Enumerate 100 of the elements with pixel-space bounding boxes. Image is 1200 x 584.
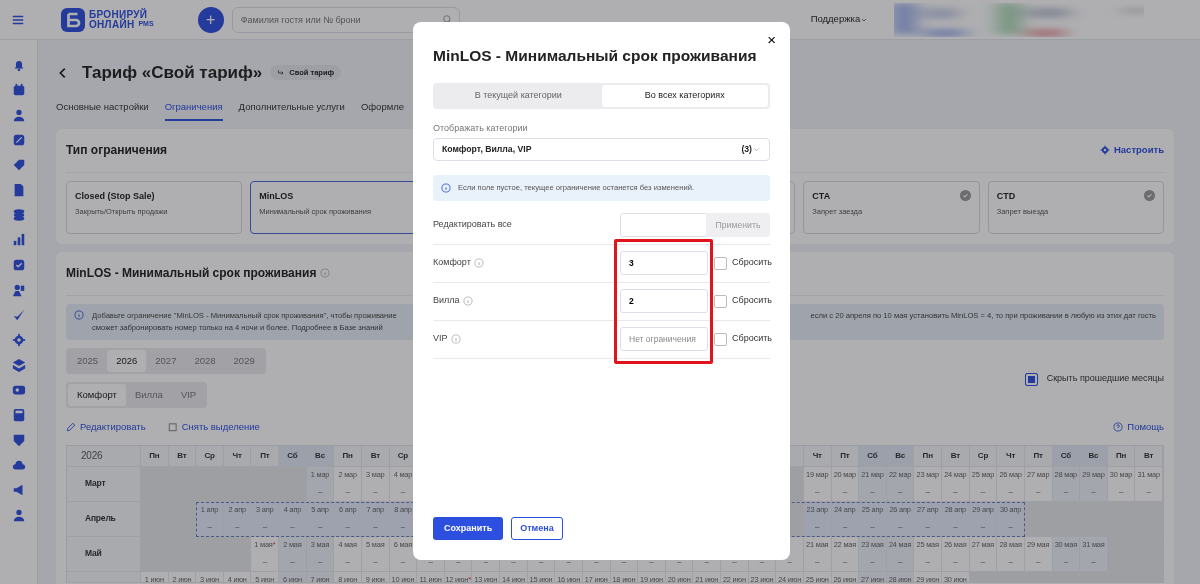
input-field[interactable]: 3 — [620, 251, 708, 276]
cell-value: – — [566, 555, 571, 568]
scope-tab[interactable]: Во всех категориях — [601, 85, 768, 107]
year-tab[interactable]: 2025 — [68, 349, 108, 372]
year-tab[interactable]: 2029 — [224, 349, 264, 372]
coins-icon[interactable] — [11, 208, 26, 222]
category-name: VIP — [433, 332, 448, 346]
cell-value: – — [677, 555, 682, 568]
configure-link[interactable]: Настроить — [1099, 143, 1164, 158]
edit-link[interactable]: Редактировать — [66, 420, 146, 435]
square-icon — [167, 422, 178, 433]
cell-value: – — [1091, 485, 1096, 498]
return-arrow-icon — [277, 68, 286, 77]
cell-value: – — [456, 555, 461, 568]
search-field[interactable]: Фамилия гостя или № брони — [231, 6, 460, 33]
card-icon[interactable] — [11, 383, 26, 397]
megaphone-icon[interactable] — [11, 483, 26, 497]
cloud-icon[interactable] — [11, 458, 26, 472]
cell-value: – — [400, 485, 405, 498]
cell-value: – — [925, 520, 930, 533]
person-icon[interactable] — [11, 508, 26, 522]
page-tab[interactable]: Оформле — [360, 93, 405, 121]
add-button[interactable]: + — [197, 6, 224, 33]
cell-value: – — [953, 485, 958, 498]
cell-value: – — [980, 520, 986, 533]
logo-text: ОНЛАЙН — [89, 20, 135, 30]
year-tab[interactable]: 2028 — [185, 349, 225, 372]
page-tab[interactable]: Дополнительные услуги — [238, 93, 345, 121]
cell-value: – — [207, 520, 212, 533]
calculator-icon[interactable] — [11, 408, 26, 422]
cell-value: – — [870, 555, 875, 568]
support-menu[interactable]: Поддержка — [810, 12, 861, 27]
cell-value: – — [842, 555, 847, 568]
shield-icon[interactable] — [11, 433, 26, 447]
cell-value: – — [373, 520, 378, 533]
cell-value: – — [317, 555, 323, 568]
checkbox[interactable] — [714, 332, 727, 346]
category-select[interactable]: Комфорт, Вилла, VIP (3) — [433, 138, 770, 162]
cell-value: – — [704, 555, 709, 568]
cell-value: – — [483, 555, 488, 568]
weekday-header: Пн — [1107, 445, 1136, 467]
input-field[interactable] — [620, 213, 708, 238]
weekday-header: Сб — [859, 445, 887, 467]
cell-value: – — [870, 485, 875, 498]
deselect-link[interactable]: Снять выделение — [167, 420, 260, 435]
cell-value: – — [290, 555, 295, 568]
checkbox-icon[interactable] — [11, 258, 26, 272]
year-tab[interactable]: 2026 — [107, 349, 147, 372]
cell-value: – — [290, 520, 295, 533]
cell-value: – — [787, 555, 792, 568]
modal-title: MinLOS - Минимальный срок проживания — [433, 46, 758, 66]
cell-value: – — [980, 485, 986, 498]
help-link[interactable]: Помощь — [1113, 420, 1164, 435]
percent-icon[interactable] — [11, 133, 26, 147]
cell-value: – — [925, 555, 930, 568]
info-icon — [441, 182, 451, 193]
category-tab[interactable]: VIP — [171, 384, 206, 407]
cell-value: – — [621, 555, 626, 568]
cell-value: – — [317, 520, 323, 533]
checkbox-label: Скрыть прошедшие месяцы — [1046, 372, 1164, 386]
cell-value: – — [759, 555, 765, 568]
option-title: MinLOS — [259, 189, 295, 203]
person-icon[interactable] — [11, 108, 26, 122]
cell-value: – — [1091, 555, 1096, 568]
checkbox[interactable] — [1024, 372, 1038, 386]
cell-value: – — [649, 555, 654, 568]
option-title: CTD — [996, 189, 1017, 203]
apply-button[interactable]: Применить — [706, 213, 770, 238]
cell-value: – — [1063, 555, 1068, 568]
calendar-icon[interactable] — [11, 83, 26, 97]
checkbox[interactable] — [714, 294, 727, 308]
input-field[interactable]: Нет ограничения — [620, 327, 708, 352]
weekday-header: Вт — [361, 445, 390, 467]
input-field[interactable]: 2 — [620, 289, 708, 314]
category-tab[interactable]: Комфорт — [68, 384, 126, 407]
weekday-header: Пн — [334, 445, 362, 467]
tag-icon[interactable] — [11, 158, 26, 172]
cell-value: – — [428, 555, 433, 568]
bar-chart-icon[interactable] — [11, 233, 26, 247]
cell-value: – — [842, 485, 847, 498]
scope-tab[interactable]: В текущей категории — [435, 85, 602, 107]
box-icon[interactable] — [11, 358, 26, 372]
gear-icon[interactable] — [11, 333, 26, 347]
section-title: MinLOS - Минимальный срок проживания — [66, 265, 317, 283]
help-icon — [1113, 422, 1124, 433]
close-button[interactable]: × — [767, 32, 776, 47]
category-tab[interactable]: Вилла — [125, 384, 172, 407]
page-tab[interactable]: Основные настройки — [56, 93, 149, 121]
save-button[interactable]: Сохранить — [433, 516, 504, 540]
people-icon[interactable] — [11, 283, 26, 297]
page-tab[interactable]: Ограничения — [164, 93, 223, 121]
cell-value: – — [262, 520, 267, 533]
checkbox[interactable] — [714, 256, 727, 270]
info-icon — [74, 309, 84, 320]
cancel-button[interactable]: Отмена — [511, 516, 563, 540]
cell-value: – — [400, 520, 405, 533]
cell-value: – — [953, 520, 958, 533]
cell-value: – — [1036, 555, 1041, 568]
section-title: Тип ограничения — [66, 142, 168, 160]
year-tab[interactable]: 2027 — [146, 349, 186, 372]
